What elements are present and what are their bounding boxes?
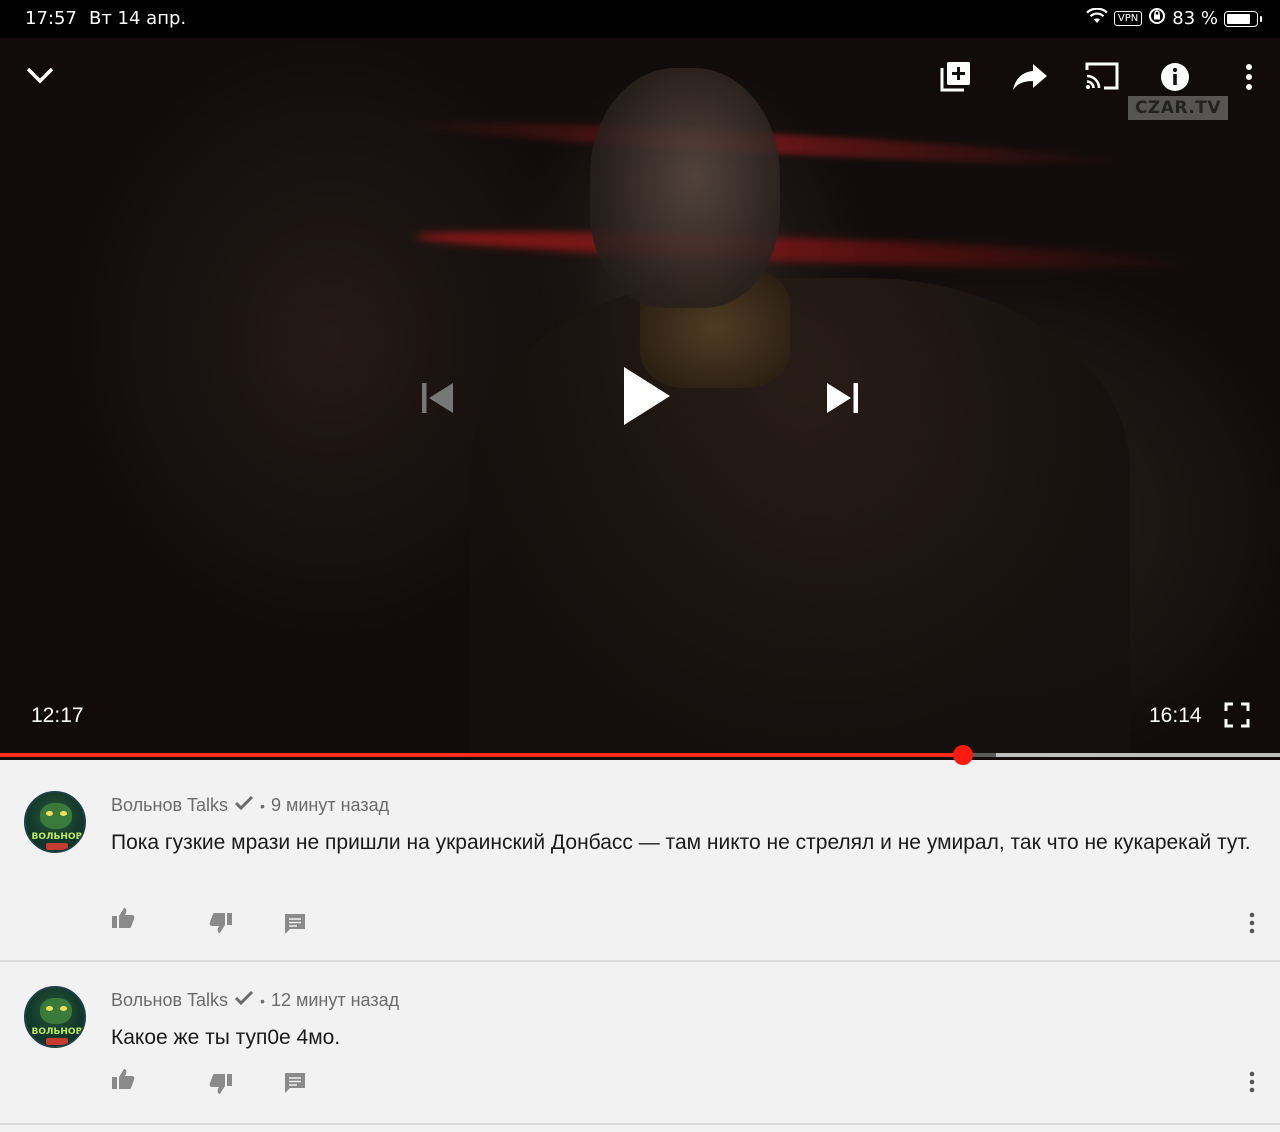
comment-item: ВОЛЬНОВ Вольнов Talks • 12 минут назад К… <box>0 962 1280 1125</box>
verified-check-icon <box>234 990 254 1011</box>
meta-separator: • <box>260 797 265 814</box>
more-options-icon[interactable] <box>1242 62 1256 97</box>
avatar-eye <box>46 811 53 816</box>
status-bar: 17:57 Вт 14 апр. VPN 83 % <box>0 0 1280 38</box>
avatar[interactable]: ВОЛЬНОВ <box>24 986 86 1048</box>
minimize-chevron-icon[interactable] <box>25 63 55 92</box>
avatar-text: ВОЛЬНОВ <box>31 832 83 842</box>
comment-more-icon[interactable] <box>1248 912 1256 939</box>
avatar-eye <box>60 811 67 816</box>
wifi-icon <box>1086 7 1108 29</box>
status-date: Вт 14 апр. <box>89 8 187 29</box>
fullscreen-icon[interactable] <box>1224 702 1250 733</box>
rotation-lock-icon <box>1148 7 1166 30</box>
current-time: 12:17 <box>31 704 84 727</box>
seek-bar-thumb[interactable] <box>952 745 973 765</box>
dislike-icon[interactable] <box>209 912 233 939</box>
comment-meta: Вольнов Talks • 9 минут назад <box>111 795 389 816</box>
seek-bar-played <box>0 753 963 757</box>
seek-bar[interactable] <box>0 745 1280 765</box>
info-icon[interactable] <box>1160 62 1190 97</box>
avatar-face <box>40 803 72 829</box>
reply-icon[interactable] <box>284 913 306 940</box>
comment-meta: Вольнов Talks • 12 минут назад <box>111 990 399 1011</box>
battery-percent: 83 % <box>1172 8 1218 29</box>
cast-icon[interactable] <box>1084 60 1120 97</box>
like-icon[interactable] <box>111 1068 135 1095</box>
video-frame-figure-head <box>590 68 780 308</box>
verified-check-icon <box>234 795 254 816</box>
battery-icon <box>1224 10 1262 27</box>
comment-item: ВОЛЬНОВ Вольнов Talks • 9 минут назад По… <box>0 767 1280 962</box>
avatar-tag <box>46 1038 68 1045</box>
avatar-eye <box>60 1006 67 1011</box>
avatar-tag <box>46 843 68 850</box>
play-icon[interactable] <box>620 365 672 432</box>
comment-author[interactable]: Вольнов Talks <box>111 795 228 816</box>
share-icon[interactable] <box>1011 62 1049 97</box>
status-time: 17:57 <box>25 8 77 29</box>
avatar-text: ВОЛЬНОВ <box>31 1027 83 1037</box>
avatar[interactable]: ВОЛЬНОВ <box>24 791 86 853</box>
like-icon[interactable] <box>111 907 135 934</box>
comments-list: ВОЛЬНОВ Вольнов Talks • 9 минут назад По… <box>0 767 1280 1125</box>
next-icon[interactable] <box>824 380 860 421</box>
video-frame-light <box>414 224 1196 276</box>
video-frame-figure <box>470 278 1130 758</box>
dislike-icon[interactable] <box>209 1073 233 1100</box>
meta-separator: • <box>260 992 265 1009</box>
comment-more-icon[interactable] <box>1248 1071 1256 1098</box>
comment-time: 9 минут назад <box>270 795 390 815</box>
video-player[interactable]: CZAR.TV 12:17 16:14 <box>0 38 1280 760</box>
vpn-badge: VPN <box>1113 11 1143 26</box>
total-duration: 16:14 <box>1149 704 1202 727</box>
comment-text: Пока гузкие мрази не пришли на украински… <box>111 831 1251 854</box>
avatar-face <box>40 998 72 1024</box>
comment-author[interactable]: Вольнов Talks <box>111 990 228 1011</box>
previous-icon[interactable] <box>420 380 456 421</box>
comment-text: Какое же ты туп0е 4мо. <box>111 1026 341 1049</box>
channel-watermark: CZAR.TV <box>1128 96 1228 120</box>
comment-time: 12 минут назад <box>270 990 400 1010</box>
reply-icon[interactable] <box>284 1072 306 1099</box>
avatar-eye <box>46 1006 53 1011</box>
add-to-playlist-icon[interactable] <box>938 60 972 99</box>
